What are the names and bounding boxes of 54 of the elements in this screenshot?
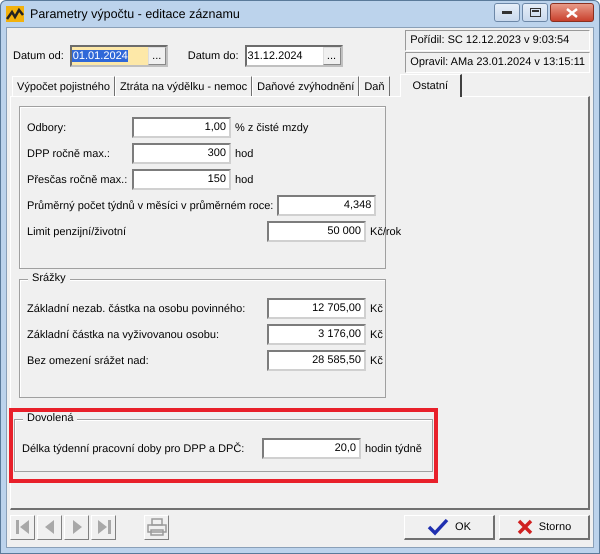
number-field[interactable]: 20,0 (262, 438, 361, 459)
x-icon (516, 518, 533, 534)
unit-label: Kč (370, 302, 383, 314)
minimize-button[interactable] (494, 3, 520, 22)
cancel-button[interactable]: Storno (499, 514, 590, 540)
maximize-button[interactable] (522, 3, 548, 22)
checkmark-icon (427, 518, 450, 536)
number-field[interactable]: 300 (132, 143, 231, 164)
record-info: Opravil: AMa 23.01.2024 v 13:15:11 (405, 52, 590, 73)
date-field[interactable]: 31.12.2024 ... (244, 45, 342, 67)
field-label: Bez omezení srážet nad: (27, 354, 150, 366)
date-label: Datum od: (13, 50, 64, 62)
unit-label: Kč (370, 354, 383, 366)
close-icon (566, 8, 578, 18)
unit-label: hod (235, 174, 254, 186)
printer-icon (146, 517, 168, 537)
group-title: Srážky (28, 272, 70, 284)
date-picker-button[interactable]: ... (322, 47, 340, 65)
date-label: Datum do: (188, 50, 238, 62)
tab[interactable]: Ztráta na výdělku - nemoc (114, 76, 252, 96)
maximize-icon (530, 8, 540, 17)
number-field[interactable]: 150 (132, 169, 231, 190)
field-label: Přesčas ročně max.: (27, 174, 128, 186)
date-field[interactable]: 01.01.2024 ... (70, 45, 168, 67)
unit-label: % z čisté mzdy (235, 122, 308, 134)
field-label: DPP ročně max.: (27, 148, 111, 160)
close-button[interactable] (550, 3, 594, 22)
field-label: Základní částka na vyživovanou osobu: (27, 328, 220, 340)
tab[interactable]: Daňové zvýhodnění (252, 76, 360, 96)
field-label: Odbory: (27, 122, 68, 134)
group-title: Dovolená (23, 412, 78, 424)
unit-label: Kč/rok (370, 226, 402, 238)
field-label: Délka týdenní pracovní doby pro DPP a DPČ: (22, 442, 246, 454)
app-icon (6, 6, 24, 22)
field-label: Průměrný počet týdnů v měsíci v průměrném roce: (27, 200, 274, 212)
number-field[interactable]: 1,00 (132, 117, 231, 138)
tab[interactable]: Daň (359, 76, 390, 96)
field-label: Limit penzijní/životní (27, 226, 128, 238)
number-field[interactable]: 28 585,50 (267, 350, 366, 371)
number-field[interactable]: 12 705,00 (267, 298, 366, 319)
record-info: Pořídil: SC 12.12.2023 v 9:03:54 (405, 30, 590, 51)
unit-label: hodin týdně (365, 442, 422, 454)
unit-label: Kč (370, 328, 383, 340)
number-field[interactable]: 50 000 (267, 221, 366, 242)
ok-button[interactable]: OK (404, 514, 495, 540)
window-title: Parametry výpočtu - editace záznamu (30, 7, 241, 21)
date-picker-button[interactable]: ... (148, 47, 166, 65)
number-field[interactable]: 4,348 (277, 195, 376, 216)
number-field[interactable]: 3 176,00 (267, 324, 366, 345)
unit-label: hod (235, 148, 254, 160)
minimize-icon (502, 10, 512, 14)
field-label: Základní nezab. částka na osobu povinného: (27, 302, 246, 314)
tab[interactable]: Výpočet pojistného (12, 76, 115, 96)
tab[interactable]: Ostatní (400, 74, 462, 97)
